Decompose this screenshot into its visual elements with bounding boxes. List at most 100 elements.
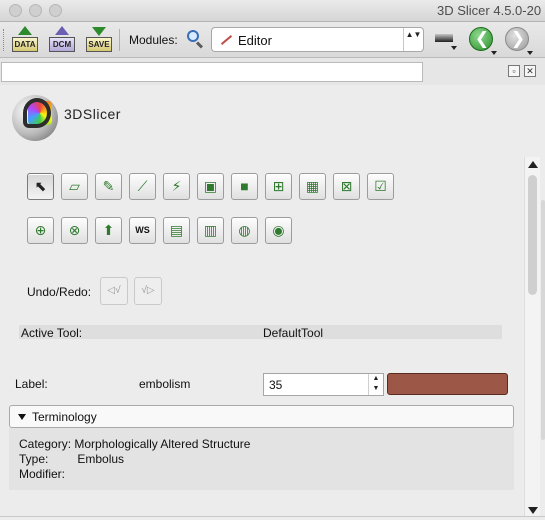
window-title: 3D Slicer 4.5.0-20 xyxy=(437,3,542,18)
level-tracing-icon: ⚡ xyxy=(171,178,182,194)
save-button[interactable]: SAVE xyxy=(84,25,114,55)
slicer-logo-icon xyxy=(6,89,66,149)
active-tool-row xyxy=(19,325,502,339)
chevron-down-icon xyxy=(451,46,457,50)
type-key: Type: xyxy=(19,452,49,466)
main-toolbar: DATA DCM SAVE Modules: Editor ▲▼ ❮ ❯ xyxy=(0,22,545,58)
watershed-icon: WS xyxy=(135,225,150,235)
identify-islands-icon: ☑ xyxy=(374,178,387,194)
model-maker-button[interactable]: ⬆ xyxy=(95,217,122,244)
dilate-effect-button[interactable]: ⊕ xyxy=(27,217,54,244)
level-tracing-button[interactable]: ⚡ xyxy=(163,173,190,200)
threshold-effect-button[interactable]: ▦ xyxy=(299,173,326,200)
save-arrow-icon xyxy=(92,27,106,36)
forward-arrow-icon: ❯ xyxy=(510,29,526,48)
wand-effect-icon: ◉ xyxy=(272,222,285,238)
previous-module-button[interactable]: ❮ xyxy=(469,27,493,51)
module-search-icon[interactable] xyxy=(185,29,205,49)
grow-cut-icon: ⊞ xyxy=(272,178,285,194)
save-island-icon: ▤ xyxy=(169,222,184,238)
module-selector[interactable]: Editor ▲▼ xyxy=(211,27,424,52)
close-dock-icon[interactable]: ✕ xyxy=(524,65,536,77)
active-tool-label: Active Tool: xyxy=(21,326,83,340)
draw-effect-icon: ⟋ xyxy=(137,178,148,194)
terminology-collapsible-header[interactable]: Terminology xyxy=(9,405,514,428)
remove-islands-button[interactable]: ▥ xyxy=(197,217,224,244)
dicom-arrow-icon xyxy=(55,26,69,35)
scroll-down-icon[interactable] xyxy=(528,507,538,514)
undo-button[interactable]: ◁√ xyxy=(100,277,128,305)
layout-icon xyxy=(435,34,453,42)
collapse-triangle-icon xyxy=(18,414,26,420)
load-data-button[interactable]: DATA xyxy=(10,25,40,55)
category-value: Morphologically Altered Structure xyxy=(74,437,251,451)
identify-islands-button[interactable]: ☑ xyxy=(367,173,394,200)
data-icon: DATA xyxy=(12,37,38,52)
spin-arrows-icon[interactable]: ▲ ▼ xyxy=(368,374,383,395)
next-module-button[interactable]: ❯ xyxy=(505,27,529,51)
dilate-effect-icon: ⊕ xyxy=(34,222,47,238)
minimize-window-button[interactable] xyxy=(29,4,42,17)
save-island-button[interactable]: ▤ xyxy=(163,217,190,244)
window-title-bar: 3D Slicer 4.5.0-20 xyxy=(0,0,545,22)
erode-effect-button[interactable]: ⊗ xyxy=(61,217,88,244)
dcm-icon: DCM xyxy=(49,37,75,52)
change-label-button[interactable]: ⊠ xyxy=(333,173,360,200)
modifier-key: Modifier: xyxy=(19,467,66,481)
modifier-row: Modifier: xyxy=(19,467,65,481)
draw-effect-button[interactable]: ⟋ xyxy=(129,173,156,200)
scrollbar-thumb[interactable] xyxy=(528,175,537,295)
erode-effect-icon: ⊗ xyxy=(68,222,81,238)
editor-module-icon xyxy=(220,34,232,46)
label-color-swatch[interactable] xyxy=(387,373,508,395)
paint-effect-icon: ✎ xyxy=(102,178,115,194)
label-value-spinbox[interactable]: 35 ▲ ▼ xyxy=(263,373,384,396)
change-label-icon: ⊠ xyxy=(340,178,353,194)
label-value: 35 xyxy=(269,378,283,392)
undo-redo-label: Undo/Redo: xyxy=(27,285,92,299)
model-maker-icon: ⬆ xyxy=(102,222,115,238)
image-effect-icon: ▣ xyxy=(203,178,218,194)
active-tool-value: DefaultTool xyxy=(263,326,324,340)
category-row: Category: Morphologically Altered Struct… xyxy=(19,437,250,451)
chevron-down-icon[interactable] xyxy=(527,51,533,55)
toolbar-grip[interactable] xyxy=(3,29,5,51)
grow-cut-button[interactable]: ⊞ xyxy=(265,173,292,200)
scroll-up-icon[interactable] xyxy=(528,161,538,168)
erase-label-button[interactable]: ▱ xyxy=(61,173,88,200)
load-arrow-icon xyxy=(18,26,32,35)
wand-effect-button[interactable]: ◉ xyxy=(265,217,292,244)
label-name: embolism xyxy=(139,377,191,391)
chevron-down-icon[interactable] xyxy=(491,51,497,55)
redo-button[interactable]: √▷ xyxy=(134,277,162,305)
type-row: Type: Embolus xyxy=(19,452,124,466)
dock-title-field xyxy=(1,62,423,82)
window-bottom-border xyxy=(0,516,545,517)
category-key: Category: xyxy=(19,437,72,451)
zoom-window-button[interactable] xyxy=(49,4,62,17)
float-dock-icon[interactable]: ▫ xyxy=(508,65,520,77)
layout-button[interactable] xyxy=(433,28,457,52)
image-effect-button[interactable]: ▣ xyxy=(197,173,224,200)
dicom-button[interactable]: DCM xyxy=(47,25,77,55)
close-window-button[interactable] xyxy=(9,4,22,17)
panel-scrollbar[interactable] xyxy=(524,157,540,517)
module-selector-value: Editor xyxy=(238,33,272,48)
save-icon: SAVE xyxy=(86,37,112,52)
slicer-brand-label: 3DSlicer xyxy=(64,106,121,122)
fast-marching-button[interactable]: ◍ xyxy=(231,217,258,244)
default-tool-button[interactable]: ⬉ xyxy=(27,173,54,200)
watershed-button[interactable]: WS xyxy=(129,217,156,244)
editor-module-panel: 3DSlicer ⬉ ▱ ✎ ⟋ ⚡ ▣ ■ ⊞ ▦ ⊠ ☑ ⊕ ⊗ ⬆ WS ▤ ▥ ◍ ◉ Undo/Redo… xyxy=(0,85,545,520)
remove-islands-icon: ▥ xyxy=(203,222,218,238)
rectangle-effect-button[interactable]: ■ xyxy=(231,173,258,200)
rectangle-effect-icon: ■ xyxy=(240,178,249,194)
terminology-body: Category: Morphologically Altered Struct… xyxy=(9,428,514,490)
label-caption: Label: xyxy=(15,377,48,391)
erase-label-icon: ▱ xyxy=(69,178,80,194)
module-selector-arrows-icon[interactable]: ▲▼ xyxy=(403,28,423,51)
paint-effect-button[interactable]: ✎ xyxy=(95,173,122,200)
outer-scrollbar[interactable] xyxy=(541,200,545,440)
toolbar-separator xyxy=(119,29,120,51)
threshold-effect-icon: ▦ xyxy=(305,178,320,194)
